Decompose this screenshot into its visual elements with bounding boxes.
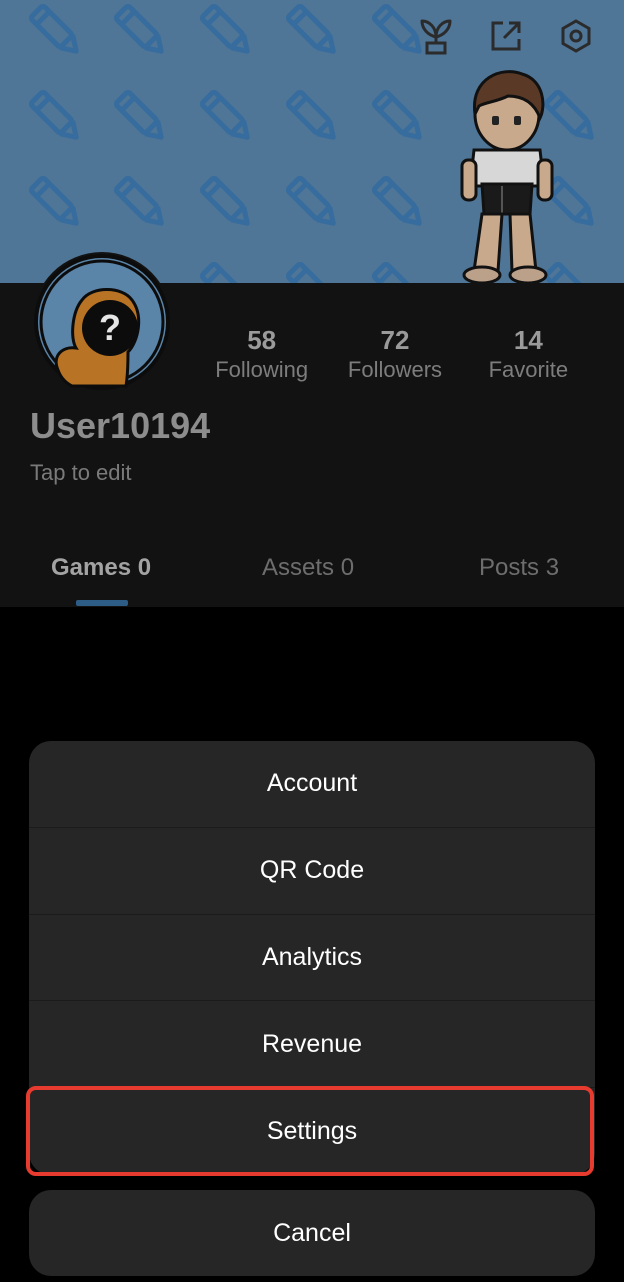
stat-followers[interactable]: 72 Followers <box>328 325 461 385</box>
stat-followers-value: 72 <box>380 325 410 355</box>
action-sheet: Account QR Code Analytics Revenue Settin… <box>29 741 595 1175</box>
menu-item-settings[interactable]: Settings <box>29 1088 595 1175</box>
menu-item-revenue[interactable]: Revenue <box>29 1001 595 1089</box>
edit-profile-hint[interactable]: Tap to edit <box>30 460 132 486</box>
sprout-icon[interactable] <box>414 14 458 58</box>
screen: ? 58 Following 72 Followers 14 Favorite … <box>0 0 624 1282</box>
tab-posts[interactable]: Posts 3 <box>479 554 559 582</box>
menu-item-account[interactable]: Account <box>29 741 595 828</box>
stat-following[interactable]: 58 Following <box>195 325 328 385</box>
profile-stats: 58 Following 72 Followers 14 Favorite <box>195 325 595 385</box>
menu-item-qr-code[interactable]: QR Code <box>29 828 595 915</box>
tab-active-indicator <box>76 600 128 606</box>
header-actions <box>414 14 598 58</box>
stat-following-label: Following <box>215 357 309 382</box>
stat-followers-label: Followers <box>347 357 443 382</box>
stat-following-value: 58 <box>247 325 277 355</box>
username: User10194 <box>30 405 211 446</box>
cancel-button[interactable]: Cancel <box>29 1190 595 1276</box>
stat-favorite-label: Favorite <box>488 357 569 382</box>
tab-assets[interactable]: Assets 0 <box>262 554 354 582</box>
stat-favorite-value: 14 <box>513 325 543 355</box>
share-icon[interactable] <box>484 14 528 58</box>
tab-games[interactable]: Games 0 <box>51 554 151 582</box>
profile-avatar[interactable]: ? <box>32 252 172 392</box>
svg-text:?: ? <box>99 307 121 348</box>
menu-item-analytics[interactable]: Analytics <box>29 915 595 1002</box>
stat-favorite[interactable]: 14 Favorite <box>462 325 595 385</box>
profile-banner <box>0 0 624 283</box>
avatar-character[interactable] <box>452 66 562 283</box>
profile-tabs: Games 0 Assets 0 Posts 3 <box>0 550 624 606</box>
settings-icon[interactable] <box>554 14 598 58</box>
